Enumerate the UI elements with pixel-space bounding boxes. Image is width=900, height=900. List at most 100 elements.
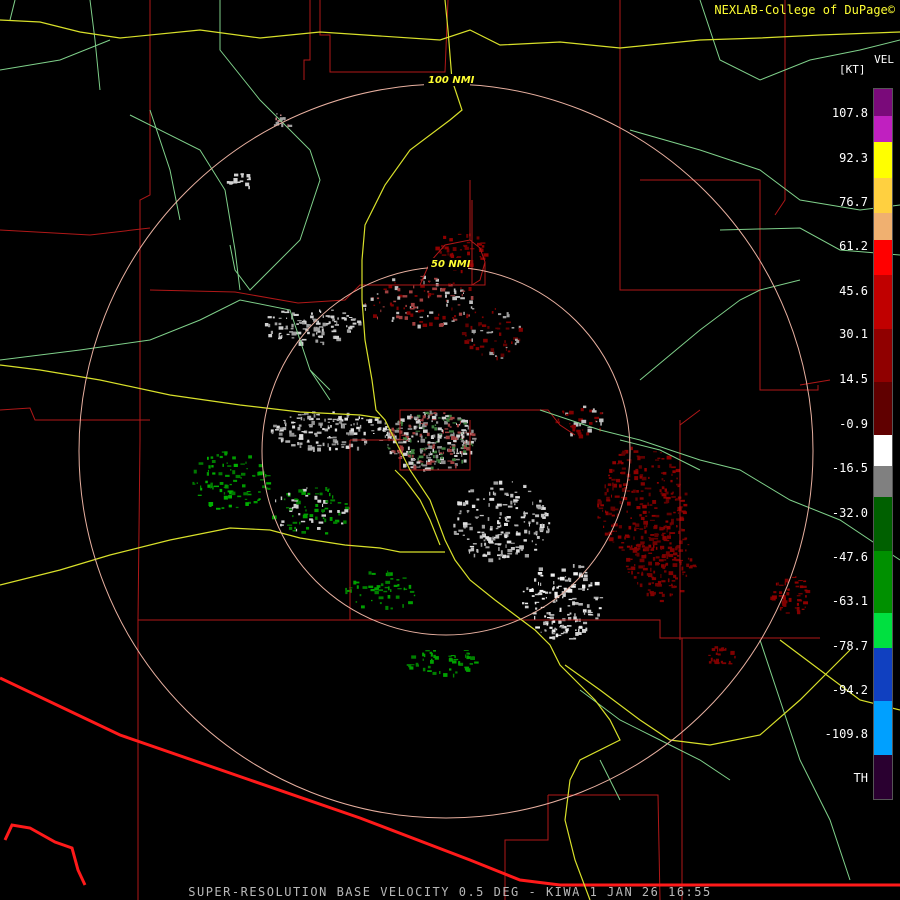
echo-pixel [388,437,390,442]
echo-pixel [349,325,355,328]
echo-pixel [471,440,474,444]
echo-pixel [408,584,412,589]
colorbar-segment [874,177,892,214]
echo-pixel [234,173,239,177]
echo-pixel [469,526,473,531]
echo-pixel [402,577,407,579]
echo-pixel [322,503,324,507]
echo-pixel [329,517,333,521]
echo-pixel [621,542,625,544]
echo-pixel [681,528,683,531]
echo-pixel [233,479,238,482]
echo-pixel [535,530,538,535]
echo-pixel [227,465,232,467]
echo-pixel [514,491,518,493]
echo-pixel [496,356,498,361]
echo-pixel [473,553,476,558]
echo-pixel [394,282,396,284]
echo-pixel [492,352,495,354]
echo-pixel [312,333,315,337]
echo-pixel [680,590,685,593]
echo-pixel [785,612,790,614]
echo-pixel [575,632,579,636]
echo-pixel [799,585,804,589]
echo-pixel [786,592,790,596]
echo-pixel [651,576,654,578]
echo-pixel [552,620,556,623]
echo-pixel [315,516,318,520]
echo-pixel [646,524,648,528]
echo-pixel [391,427,394,431]
echo-pixel [538,581,539,586]
echo-pixel [611,514,615,517]
echo-pixel [463,650,469,651]
echo-pixel [330,499,336,502]
echo-pixel [414,295,418,297]
echo-pixel [467,426,470,430]
echo-pixel [207,469,209,472]
echo-pixel [272,316,275,319]
echo-pixel [466,339,472,342]
echo-pixel [398,441,404,444]
echo-pixel [342,312,347,315]
echo-pixel [451,320,455,322]
echo-pixel [302,328,308,330]
echo-pixel [536,536,540,539]
echo-pixel [400,445,403,448]
echo-pixel [361,417,364,420]
echo-pixel [408,601,413,605]
echo-pixel [488,558,494,563]
echo-pixel [715,658,719,663]
echo-pixel [447,442,452,445]
echo-pixel [639,528,644,530]
echo-pixel [660,492,663,495]
echo-pixel [314,487,318,489]
echo-pixel [669,548,675,552]
echo-pixel [534,548,538,551]
echo-pixel [640,490,644,492]
echo-pixel [499,488,504,491]
echo-pixel [423,653,426,658]
echo-pixel [452,458,456,461]
echo-pixel [651,547,655,551]
echo-pixel [441,254,447,256]
echo-pixel [515,338,518,341]
echo-pixel [578,629,580,633]
echo-pixel [406,311,411,315]
echo-pixel [209,485,212,489]
echo-pixel [443,419,445,421]
echo-pixel [232,456,236,460]
echo-pixel [420,450,423,454]
echo-pixel [384,435,386,438]
echo-pixel [340,415,342,420]
echo-pixel [449,430,454,433]
colorbar-segment [874,142,892,178]
echo-pixel [331,330,337,333]
echo-pixel [795,585,800,588]
echo-pixel [357,320,362,324]
echo-pixel [603,525,605,528]
echo-pixel [523,486,526,488]
echo-pixel [506,312,509,315]
echo-pixel [598,507,604,510]
echo-pixel [655,556,660,559]
echo-pixel [309,518,313,521]
echo-pixel [670,532,676,534]
echo-pixel [495,534,500,539]
echo-pixel [450,416,455,420]
echo-pixel [555,633,559,638]
echo-pixel [324,518,327,523]
echo-pixel [232,470,236,475]
echo-pixel [546,530,548,532]
colorbar-segment [874,648,892,702]
echo-pixel [586,432,590,436]
echo-pixel [452,247,457,251]
echo-pixel [291,444,296,447]
echo-pixel [545,597,547,599]
echo-pixel [638,465,642,469]
echo-pixel [664,559,667,561]
echo-pixel [583,405,587,409]
echo-pixel [531,540,533,543]
echo-pixel [305,509,307,512]
echo-pixel [660,548,662,550]
